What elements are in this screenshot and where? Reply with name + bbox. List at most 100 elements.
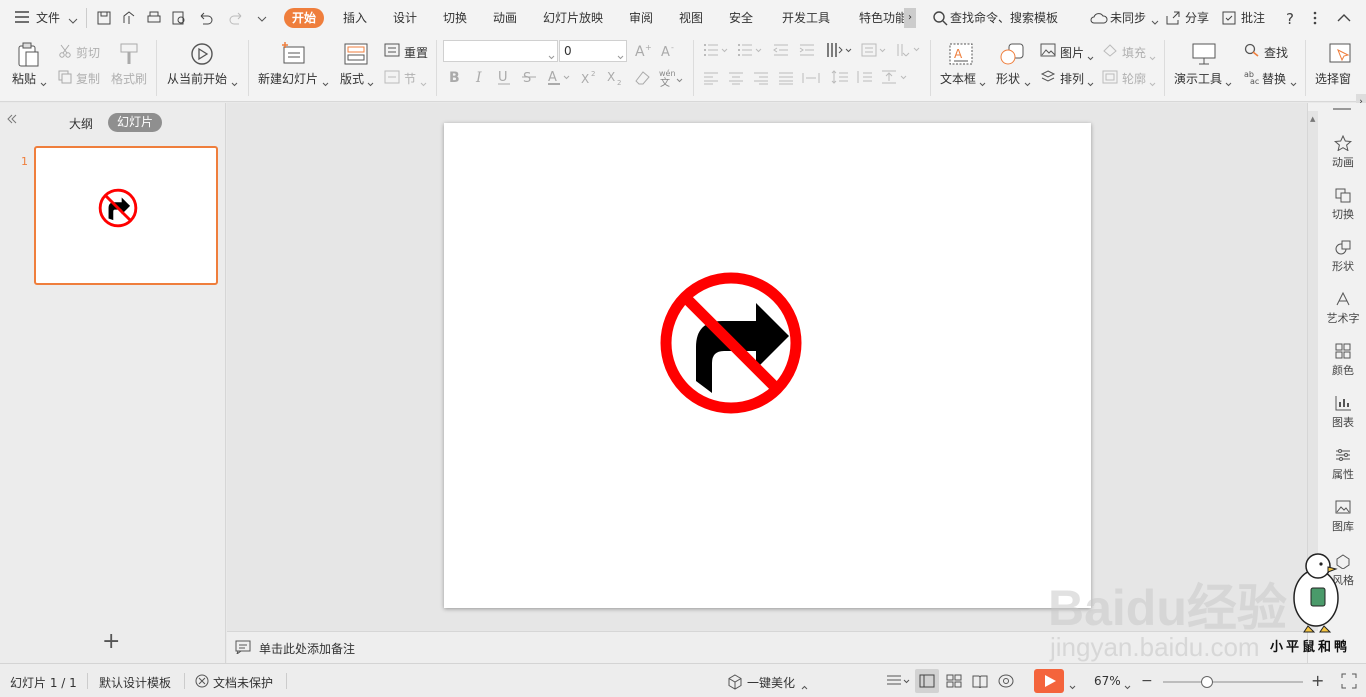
new-slide-button[interactable]: 新建幻灯片	[258, 70, 318, 87]
chevron-down-icon[interactable]	[1124, 679, 1131, 693]
layout-button[interactable]: 版式	[340, 70, 364, 87]
slide-canvas[interactable]	[444, 123, 1091, 608]
record-icon[interactable]	[998, 673, 1016, 692]
eraser-icon[interactable]	[633, 69, 651, 88]
justify-icon[interactable]	[778, 71, 794, 88]
more-icon[interactable]	[1312, 10, 1318, 29]
side-gallery[interactable]: 图库	[1319, 499, 1366, 534]
tab-review[interactable]: 审阅	[629, 8, 653, 28]
chevron-down-icon[interactable]	[1149, 50, 1156, 64]
scroll-right-icon[interactable]: ›	[904, 8, 916, 28]
outline-icon[interactable]	[1102, 70, 1118, 87]
side-chart[interactable]: 图表	[1319, 395, 1366, 430]
side-shape[interactable]: 形状	[1319, 239, 1366, 274]
replace-icon[interactable]: ab ac	[1244, 69, 1260, 88]
side-properties[interactable]: 属性	[1319, 447, 1366, 482]
drag-handle[interactable]	[1333, 108, 1351, 110]
textbox-button[interactable]: 文本框	[940, 70, 976, 87]
section-icon[interactable]	[384, 70, 400, 87]
picture-button[interactable]: 图片	[1060, 44, 1084, 61]
save-icon[interactable]	[96, 10, 112, 29]
fill-icon[interactable]	[1102, 43, 1118, 60]
zoom-level[interactable]: 67%	[1094, 674, 1121, 688]
font-family-select[interactable]	[443, 40, 558, 62]
add-slide-button[interactable]: +	[102, 631, 120, 653]
tab-special[interactable]: 特色功能	[859, 8, 905, 28]
presentation-tools-button[interactable]: 演示工具	[1174, 70, 1222, 87]
normal-view-button[interactable]	[915, 669, 939, 693]
italic-icon[interactable]: I	[474, 69, 488, 88]
collapse-ribbon-icon[interactable]	[1337, 12, 1351, 26]
fit-window-icon[interactable]	[1341, 673, 1357, 692]
sync-status[interactable]: 未同步	[1110, 8, 1146, 28]
chevron-down-icon[interactable]	[40, 76, 47, 90]
phonetic-icon[interactable]: wén 文	[658, 67, 684, 90]
font-color-icon[interactable]: A	[547, 69, 571, 88]
from-current-button[interactable]: 从当前开始	[167, 70, 227, 87]
tab-view[interactable]: 视图	[679, 8, 703, 28]
collapse-panel-icon[interactable]	[6, 113, 18, 128]
tab-insert[interactable]: 插入	[343, 8, 367, 28]
export-icon[interactable]	[121, 10, 137, 29]
slide-thumbnail[interactable]	[34, 146, 218, 285]
presentation-tools-icon[interactable]	[1191, 42, 1217, 69]
shape-icon[interactable]	[999, 42, 1025, 69]
zoom-in-button[interactable]: +	[1311, 671, 1324, 690]
scissors-icon[interactable]	[58, 44, 72, 61]
tab-outline[interactable]: 大纲	[69, 115, 93, 132]
underline-icon[interactable]: U	[497, 69, 511, 88]
arrange-icon[interactable]	[1040, 69, 1056, 88]
search-icon[interactable]	[932, 10, 948, 29]
picture-icon[interactable]	[1040, 43, 1056, 60]
share-icon[interactable]	[1165, 10, 1181, 29]
zoom-slider[interactable]	[1163, 676, 1303, 688]
tab-home[interactable]: 开始	[284, 8, 325, 28]
side-wordart[interactable]: 艺术字	[1319, 291, 1366, 326]
decrease-indent-icon[interactable]	[773, 43, 789, 60]
paragraph-spacing-icon[interactable]	[855, 69, 873, 88]
chevron-down-icon[interactable]	[1024, 76, 1031, 90]
copy-button[interactable]: 复制	[76, 70, 100, 87]
chevron-down-icon[interactable]	[1087, 76, 1094, 90]
paste-icon[interactable]	[16, 42, 40, 71]
increase-font-icon[interactable]: A +	[634, 42, 652, 61]
cut-button[interactable]: 剪切	[76, 44, 100, 61]
chevron-down-icon[interactable]	[68, 14, 78, 28]
undo-icon[interactable]	[197, 10, 219, 29]
bullet-list-icon[interactable]	[703, 43, 731, 60]
fill-button[interactable]: 填充	[1122, 44, 1146, 61]
print-icon[interactable]	[146, 10, 162, 29]
chevron-down-icon[interactable]	[1149, 76, 1156, 90]
play-slideshow-button[interactable]	[1034, 669, 1064, 693]
replace-button[interactable]: 替换	[1262, 70, 1286, 87]
font-size-select[interactable]: 0	[559, 40, 627, 62]
chevron-down-icon[interactable]	[1069, 679, 1076, 693]
align-right-icon[interactable]	[753, 71, 769, 88]
comment-icon[interactable]	[1221, 10, 1237, 29]
redo-icon[interactable]	[229, 10, 245, 29]
chevron-down-icon[interactable]	[1225, 76, 1232, 90]
notes-toggle-icon[interactable]	[886, 674, 910, 691]
line-spacing-icon[interactable]	[831, 69, 849, 88]
chevron-down-icon[interactable]	[322, 76, 329, 90]
protect-status[interactable]: 文档未保护	[213, 674, 273, 691]
chevron-down-icon[interactable]	[1290, 76, 1297, 90]
decrease-font-icon[interactable]: A-	[660, 42, 678, 61]
share-button[interactable]: 分享	[1185, 8, 1209, 28]
side-transition[interactable]: 切换	[1319, 187, 1366, 222]
columns-icon[interactable]	[826, 41, 854, 62]
tab-security[interactable]: 安全	[729, 8, 753, 28]
find-icon[interactable]	[1244, 43, 1260, 60]
chevron-down-icon[interactable]	[979, 76, 986, 90]
print-preview-icon[interactable]	[171, 10, 187, 29]
bold-icon[interactable]: B	[448, 69, 462, 88]
format-painter-button[interactable]: 格式刷	[111, 70, 147, 87]
align-left-icon[interactable]	[703, 71, 719, 88]
copy-icon[interactable]	[58, 70, 72, 87]
layout-icon[interactable]	[344, 43, 368, 68]
strikethrough-icon[interactable]: S	[522, 69, 536, 88]
notes-placeholder[interactable]: 单击此处添加备注	[259, 640, 355, 657]
zoom-slider-thumb[interactable]	[1201, 676, 1213, 688]
chevron-down-icon[interactable]	[231, 76, 238, 90]
sync-chevron-icon[interactable]	[1151, 15, 1159, 29]
